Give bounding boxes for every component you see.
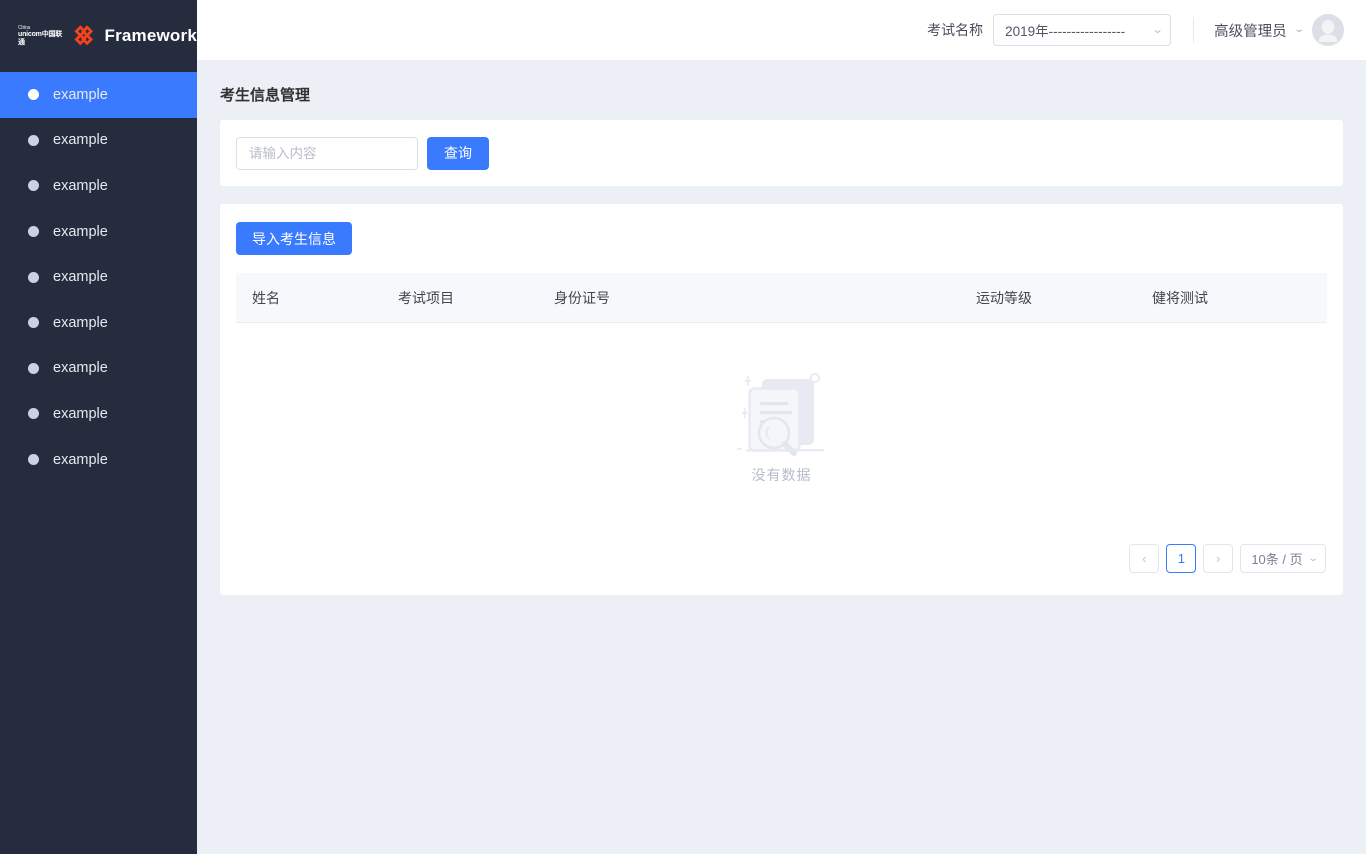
sidebar-item-label: example (53, 314, 108, 331)
search-card: 查询 (220, 120, 1343, 186)
app-root: China unicom中国联通 Framework example examp… (0, 0, 1366, 854)
no-data-illustration (736, 372, 824, 456)
pagination-next-button[interactable]: › (1203, 544, 1234, 573)
table-column-name: 姓名 (252, 289, 280, 306)
circle-icon (28, 226, 39, 238)
sidebar-item-example-6[interactable]: example (0, 300, 197, 346)
pagination-page-1[interactable]: 1 (1166, 544, 1197, 573)
circle-icon (28, 180, 39, 192)
sidebar-item-example-1[interactable]: example (0, 72, 197, 118)
sidebar-item-example-9[interactable]: example (0, 437, 197, 483)
sidebar-item-example-2[interactable]: example (0, 118, 197, 164)
sidebar-item-example-5[interactable]: example (0, 254, 197, 300)
brand-header: China unicom中国联通 Framework (0, 0, 197, 72)
sidebar-item-example-4[interactable]: example (0, 209, 197, 255)
sidebar-item-label: example (53, 269, 108, 286)
table-empty-state: 没有数据 (236, 323, 1327, 528)
exam-name-select-value: 2019年----------------- (1005, 24, 1126, 39)
page-size-value: 10条 / 页 (1251, 552, 1303, 567)
avatar[interactable] (1312, 14, 1344, 46)
logo-wordmark: China unicom中国联通 (18, 25, 67, 46)
table-column-sport-level: 运动等级 (976, 289, 1032, 306)
page-title: 考生信息管理 (220, 87, 311, 104)
chevron-down-icon: ⌄ (1293, 24, 1305, 35)
page-size-select[interactable]: 10条 / 页 ⌄ (1240, 544, 1326, 573)
import-candidates-button[interactable]: 导入考生信息 (236, 222, 352, 255)
sidebar-item-label: example (53, 132, 108, 149)
sidebar-item-example-8[interactable]: example (0, 391, 197, 437)
user-menu[interactable]: 高级管理员 ⌄ (1214, 20, 1305, 41)
main-area: 考试名称 2019年----------------- ⌄ 高级管理员 ⌄ 考生… (197, 0, 1366, 854)
exam-name-label: 考试名称 (927, 22, 984, 38)
logo-line-2: unicom中国联通 (18, 31, 63, 46)
circle-icon (28, 271, 39, 283)
sidebar-item-example-3[interactable]: example (0, 163, 197, 209)
sidebar: China unicom中国联通 Framework example examp… (0, 0, 197, 854)
circle-icon (28, 134, 39, 146)
table-column-athlete-test: 健将测试 (1152, 289, 1208, 306)
chevron-down-icon: ⌄ (1307, 552, 1319, 564)
user-name-label: 高级管理员 (1214, 23, 1287, 40)
header-divider (1193, 17, 1195, 43)
pagination-prev-button[interactable]: ‹ (1129, 544, 1160, 573)
sidebar-item-label: example (53, 405, 108, 422)
exam-name-select[interactable]: 2019年----------------- ⌄ (993, 14, 1172, 46)
sidebar-item-label: example (53, 451, 108, 468)
brand-name: Framework (104, 26, 197, 45)
candidates-table: 姓名 考试项目 身份证号 运动等级 健将测试 没有数据 (236, 273, 1327, 528)
sidebar-item-label: example (53, 360, 108, 377)
top-header: 考试名称 2019年----------------- ⌄ 高级管理员 ⌄ (197, 0, 1366, 60)
empty-state-text: 没有数据 (751, 467, 812, 483)
circle-icon (28, 317, 39, 329)
table-header-row: 姓名 考试项目 身份证号 运动等级 健将测试 (236, 273, 1327, 323)
sidebar-item-example-7[interactable]: example (0, 346, 197, 392)
sidebar-nav: example example example example example … (0, 72, 197, 482)
circle-icon (28, 362, 39, 374)
sidebar-item-label: example (53, 177, 108, 194)
pagination: ‹ 1 › 10条 / 页 ⌄ (236, 528, 1327, 573)
sidebar-item-label: example (53, 223, 108, 240)
china-unicom-logo: China unicom中国联通 (18, 25, 95, 47)
sidebar-item-label: example (53, 86, 108, 103)
circle-icon (28, 89, 39, 101)
search-button[interactable]: 查询 (427, 136, 489, 170)
circle-icon (28, 454, 39, 466)
table-card: 导入考生信息 姓名 考试项目 身份证号 运动等级 健将测试 没有数据 ‹ 1 ›… (220, 204, 1343, 595)
table-column-exam-item: 考试项目 (398, 289, 454, 306)
user-avatar-icon (1312, 14, 1344, 46)
content-area: 考生信息管理 查询 导入考生信息 姓名 考试项目 身份证号 运动等级 健将测试 (197, 60, 1366, 854)
circle-icon (28, 408, 39, 420)
table-column-id-number: 身份证号 (554, 289, 610, 306)
chevron-down-icon: ⌄ (1151, 23, 1164, 36)
unicom-knot-icon (74, 25, 93, 46)
search-input[interactable] (236, 136, 418, 170)
